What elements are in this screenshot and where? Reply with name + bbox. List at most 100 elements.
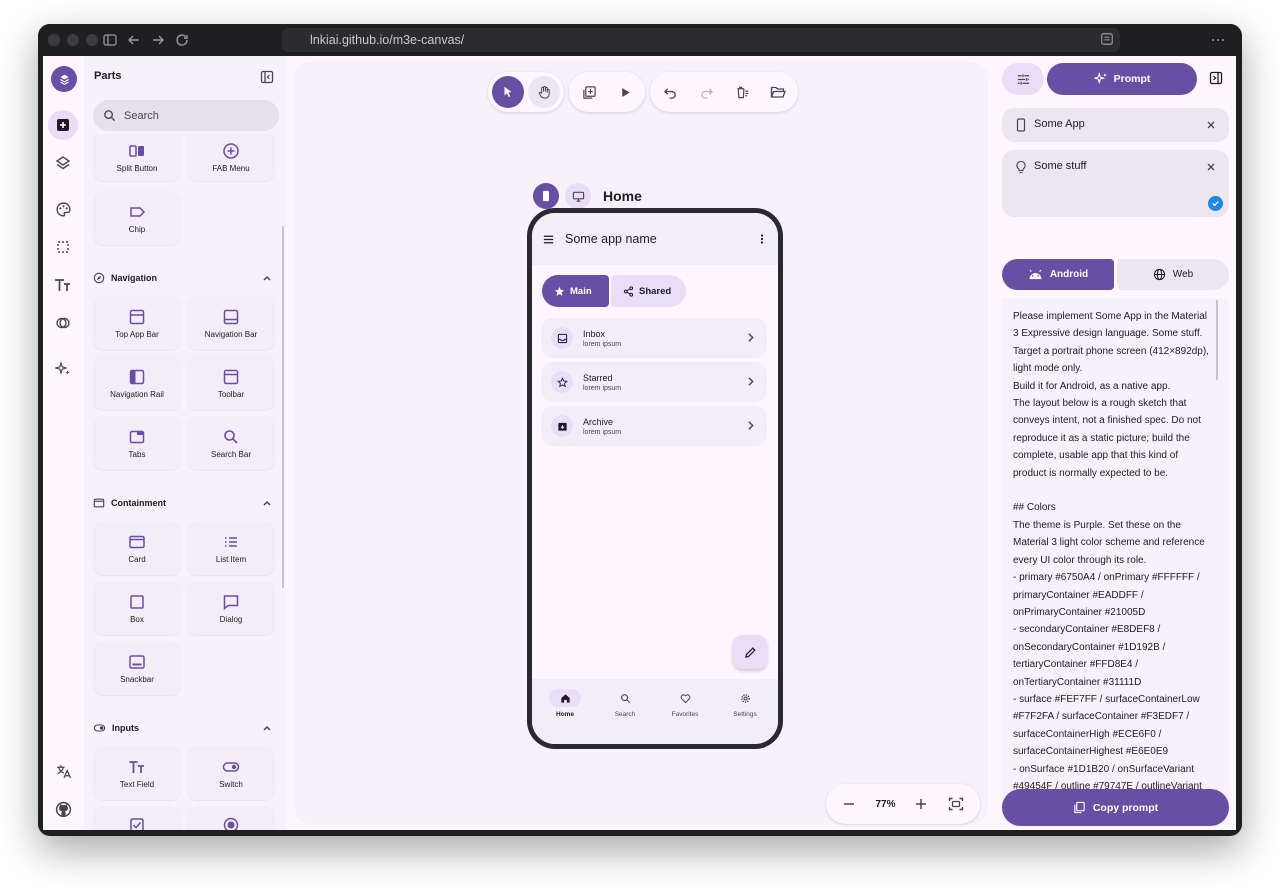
- edit-fab[interactable]: [733, 635, 767, 669]
- segment-main[interactable]: Main: [542, 275, 609, 307]
- menu-icon[interactable]: [542, 233, 555, 246]
- nav-item-settings[interactable]: Settings: [717, 689, 773, 718]
- fit-screen-icon[interactable]: [947, 795, 965, 813]
- list-item[interactable]: Archive lorem ipsum: [541, 406, 767, 446]
- nav-label: Home: [555, 711, 575, 718]
- part-dialog[interactable]: Dialog: [187, 581, 275, 635]
- list-item[interactable]: Inbox lorem ipsum: [541, 318, 767, 358]
- screen-name[interactable]: Home: [603, 188, 642, 204]
- part-navigation-bar[interactable]: Navigation Bar: [187, 296, 275, 350]
- close-window-button[interactable]: [48, 34, 60, 46]
- forward-icon[interactable]: [150, 32, 166, 48]
- home-icon: [549, 689, 581, 707]
- palette-icon[interactable]: [48, 194, 78, 224]
- reload-icon[interactable]: [174, 32, 190, 48]
- minimize-window-button[interactable]: [67, 34, 79, 46]
- delete-button[interactable]: [726, 76, 758, 108]
- part-checkbox[interactable]: [93, 806, 181, 830]
- shapes-icon[interactable]: [48, 308, 78, 338]
- sparkle-icon[interactable]: [48, 354, 78, 384]
- zoom-in-icon[interactable]: [912, 795, 930, 813]
- reader-icon[interactable]: [1100, 32, 1116, 48]
- open-button[interactable]: [762, 76, 794, 108]
- part-toolbar[interactable]: Toolbar: [187, 356, 275, 410]
- add-screen-button[interactable]: [573, 76, 605, 108]
- layers-icon[interactable]: [48, 148, 78, 178]
- properties-tab-button[interactable]: [1002, 63, 1044, 95]
- github-icon[interactable]: [48, 794, 78, 824]
- zoom-out-icon[interactable]: [840, 795, 858, 813]
- undo-button[interactable]: [654, 76, 686, 108]
- nav-item-home[interactable]: Home: [537, 689, 593, 718]
- collapse-panel-icon[interactable]: [260, 70, 274, 84]
- hand-tool-button[interactable]: [528, 76, 560, 108]
- more-vert-icon[interactable]: [756, 233, 768, 245]
- part-label: Text Field: [119, 779, 155, 789]
- platform-android-button[interactable]: Android: [1002, 259, 1114, 290]
- part-label: Box: [130, 614, 144, 624]
- back-icon[interactable]: [126, 32, 142, 48]
- check-circle-icon: [1208, 196, 1223, 211]
- address-bar[interactable]: lnkiai.github.io/m3e-canvas/: [282, 28, 1120, 52]
- star-icon: [554, 286, 565, 296]
- part-list-item[interactable]: List Item: [187, 521, 275, 575]
- canvas-area[interactable]: Home Some app name Main Shared Inbox lor…: [294, 62, 988, 824]
- app-name-field[interactable]: Some App: [1002, 108, 1229, 142]
- part-fab-menu[interactable]: FAB Menu: [187, 134, 275, 181]
- description-field[interactable]: Some stuff: [1002, 150, 1229, 217]
- add-icon[interactable]: [48, 110, 78, 140]
- box-icon: [130, 594, 144, 609]
- segment-shared[interactable]: Shared: [611, 275, 686, 307]
- part-text-field[interactable]: Text Field: [93, 746, 181, 800]
- part-card[interactable]: Card: [93, 521, 181, 575]
- translate-icon[interactable]: [48, 756, 78, 786]
- play-button[interactable]: [609, 76, 641, 108]
- desktop-device-button[interactable]: [565, 183, 591, 209]
- app-logo[interactable]: [51, 66, 77, 92]
- chevron-up-icon[interactable]: [261, 497, 273, 509]
- part-search-bar[interactable]: Search Bar: [187, 416, 275, 470]
- clear-icon[interactable]: [1205, 161, 1217, 173]
- part-radio[interactable]: [187, 806, 275, 830]
- desktop-icon: [572, 191, 584, 202]
- part-tabs[interactable]: Tabs: [93, 416, 181, 470]
- sidebar-toggle-icon[interactable]: [102, 32, 118, 48]
- collapse-right-panel-icon[interactable]: [1209, 71, 1223, 85]
- chevron-right-icon: [748, 377, 754, 386]
- prompt-scrollbar[interactable]: [1216, 300, 1218, 380]
- part-navigation-rail[interactable]: Navigation Rail: [93, 356, 181, 410]
- nav-item-search[interactable]: Search: [597, 689, 653, 718]
- clear-icon[interactable]: [1205, 119, 1217, 131]
- part-split-button[interactable]: Split Button: [93, 134, 181, 181]
- platform-web-button[interactable]: Web: [1117, 259, 1229, 290]
- more-icon[interactable]: [1210, 32, 1226, 48]
- part-chip[interactable]: Chip: [93, 191, 181, 245]
- parts-search-input[interactable]: Search: [93, 100, 279, 131]
- part-switch[interactable]: Switch: [187, 746, 275, 800]
- part-label: Dialog: [219, 614, 243, 624]
- part-snackbar[interactable]: Snackbar: [93, 641, 181, 695]
- typography-icon[interactable]: [48, 270, 78, 300]
- phone-device-button[interactable]: [533, 183, 559, 209]
- prompt-tab-button[interactable]: Prompt: [1047, 63, 1197, 95]
- maximize-window-button[interactable]: [86, 34, 98, 46]
- chevron-up-icon[interactable]: [261, 722, 273, 734]
- section-containment-header[interactable]: Containment: [93, 495, 273, 511]
- part-box[interactable]: Box: [93, 581, 181, 635]
- select-tool-button[interactable]: [492, 76, 524, 108]
- copy-prompt-button[interactable]: Copy prompt: [1002, 789, 1229, 826]
- chevron-up-icon[interactable]: [261, 272, 273, 284]
- prompt-text-area[interactable]: Please implement Some App in the Materia…: [1002, 298, 1229, 818]
- toolbar-icon: [223, 369, 239, 384]
- part-top-app-bar[interactable]: Top App Bar: [93, 296, 181, 350]
- list-item[interactable]: Starred lorem ipsum: [541, 362, 767, 402]
- navigation-bar-icon: [223, 309, 239, 324]
- parts-scrollbar[interactable]: [282, 226, 284, 588]
- redo-button[interactable]: [690, 76, 722, 108]
- part-label: Card: [128, 554, 146, 564]
- part-label: FAB Menu: [212, 164, 250, 173]
- section-inputs-header[interactable]: Inputs: [93, 720, 273, 736]
- nav-item-favorites[interactable]: Favorites: [657, 689, 713, 718]
- section-navigation-header[interactable]: Navigation: [93, 270, 273, 286]
- select-icon[interactable]: [48, 232, 78, 262]
